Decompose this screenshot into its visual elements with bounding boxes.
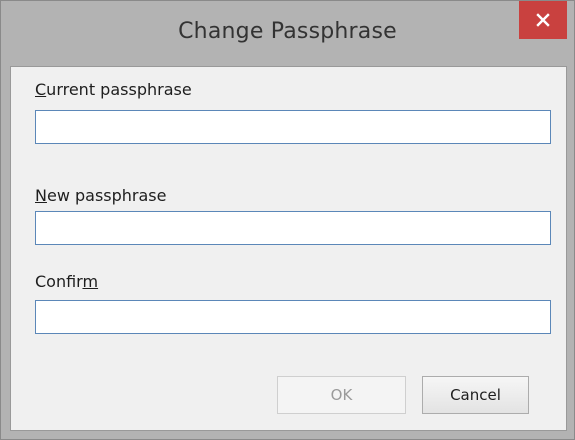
close-button[interactable] [519,1,567,39]
new-passphrase-accelerator: N [35,186,47,205]
confirm-label-text: Confir [35,272,83,291]
new-passphrase-input[interactable] [35,211,551,245]
dialog-body: Current passphrase New passphrase Confir… [10,66,567,431]
title-bar[interactable]: Change Passphrase [1,1,574,65]
cancel-button[interactable]: Cancel [422,376,529,414]
new-passphrase-label: New passphrase [35,186,166,205]
change-passphrase-dialog: Change Passphrase Current passphrase New… [0,0,575,440]
close-icon [536,13,550,27]
confirm-label: Confirm [35,272,98,291]
ok-button[interactable]: OK [277,376,406,414]
confirm-accelerator: m [82,272,99,291]
confirm-passphrase-input[interactable] [35,300,551,334]
current-passphrase-input[interactable] [35,110,551,144]
new-passphrase-label-text: ew passphrase [46,186,167,205]
current-passphrase-label-text: urrent passphrase [46,80,192,99]
dialog-title: Change Passphrase [178,19,397,44]
current-passphrase-accelerator: C [35,80,47,99]
current-passphrase-label: Current passphrase [35,80,192,99]
